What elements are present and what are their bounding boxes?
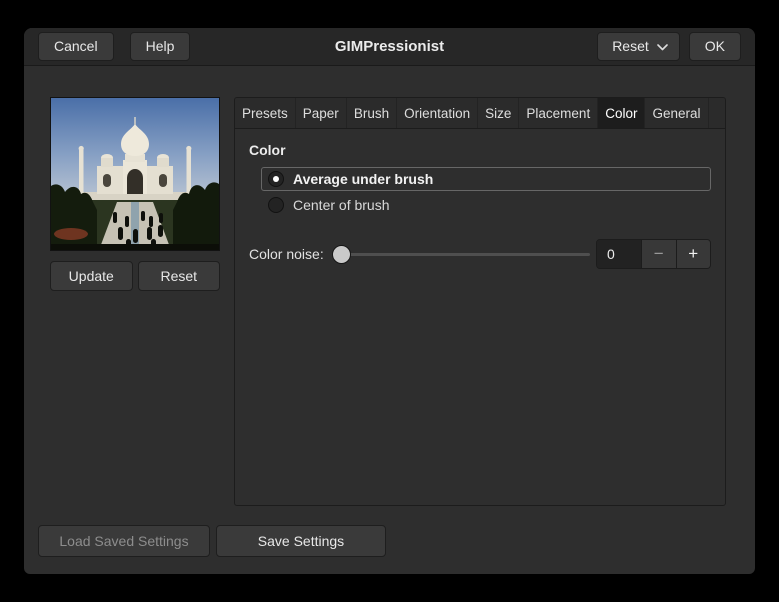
taj-mahal-preview-image bbox=[51, 98, 219, 250]
radio-average-under-brush[interactable]: Average under brush bbox=[261, 167, 711, 191]
reset-menu-button[interactable]: Reset bbox=[597, 32, 680, 61]
headerbar-left-group: Cancel Help bbox=[38, 32, 191, 61]
save-settings-button[interactable]: Save Settings bbox=[216, 524, 386, 557]
preview-button-row: Update Reset bbox=[50, 261, 220, 292]
update-button[interactable]: Update bbox=[50, 261, 133, 292]
settings-notebook: Presets Paper Brush Orientation Size Pla… bbox=[234, 97, 726, 506]
headerbar-right-group: Reset OK bbox=[597, 32, 741, 61]
tab-brush[interactable]: Brush bbox=[347, 98, 398, 128]
radio-average-under-brush-label: Average under brush bbox=[293, 171, 434, 187]
slider-handle[interactable] bbox=[331, 245, 351, 264]
radio-center-of-brush[interactable]: Center of brush bbox=[261, 193, 711, 217]
help-button[interactable]: Help bbox=[129, 32, 191, 61]
tab-bar: Presets Paper Brush Orientation Size Pla… bbox=[235, 98, 725, 129]
tab-size[interactable]: Size bbox=[478, 98, 520, 128]
headerbar: GIMPressionist Cancel Help Reset OK bbox=[24, 28, 755, 66]
chevron-down-icon bbox=[656, 38, 668, 54]
plus-button[interactable]: + bbox=[675, 240, 710, 268]
window-backdrop: { "header": { "cancel": "Cancel", "help"… bbox=[0, 0, 779, 602]
reset-menu-label: Reset bbox=[612, 38, 649, 55]
tab-general[interactable]: General bbox=[645, 98, 709, 128]
cancel-button[interactable]: Cancel bbox=[38, 32, 114, 61]
ok-button[interactable]: OK bbox=[688, 32, 741, 61]
tab-presets[interactable]: Presets bbox=[235, 98, 296, 128]
tab-paper[interactable]: Paper bbox=[296, 98, 347, 128]
tab-placement[interactable]: Placement bbox=[519, 98, 599, 128]
preview-reset-button[interactable]: Reset bbox=[137, 261, 220, 292]
footer-button-row: Load Saved Settings Save Settings bbox=[38, 524, 386, 557]
radio-selected-icon bbox=[268, 171, 284, 187]
color-noise-spinbox: − + bbox=[596, 239, 711, 269]
radio-center-of-brush-label: Center of brush bbox=[293, 197, 390, 213]
color-noise-row: Color noise: − + bbox=[249, 239, 711, 269]
gimpressionist-dialog: GIMPressionist Cancel Help Reset OK Upda… bbox=[24, 28, 755, 574]
color-heading: Color bbox=[249, 142, 286, 158]
color-noise-slider[interactable] bbox=[331, 239, 591, 269]
load-saved-settings-button[interactable]: Load Saved Settings bbox=[38, 524, 210, 557]
dialog-body: Update Reset Presets Paper Brush Orienta… bbox=[24, 66, 755, 574]
tab-orientation[interactable]: Orientation bbox=[397, 98, 479, 128]
color-noise-label: Color noise: bbox=[249, 246, 324, 262]
slider-track bbox=[332, 253, 590, 256]
minus-button[interactable]: − bbox=[641, 240, 676, 268]
radio-unselected-icon bbox=[268, 197, 284, 213]
tab-color[interactable]: Color bbox=[598, 98, 646, 128]
color-tab-panel: Color Average under brush Center of brus… bbox=[235, 129, 725, 282]
preview-image bbox=[50, 97, 220, 251]
color-noise-value[interactable] bbox=[597, 240, 641, 268]
